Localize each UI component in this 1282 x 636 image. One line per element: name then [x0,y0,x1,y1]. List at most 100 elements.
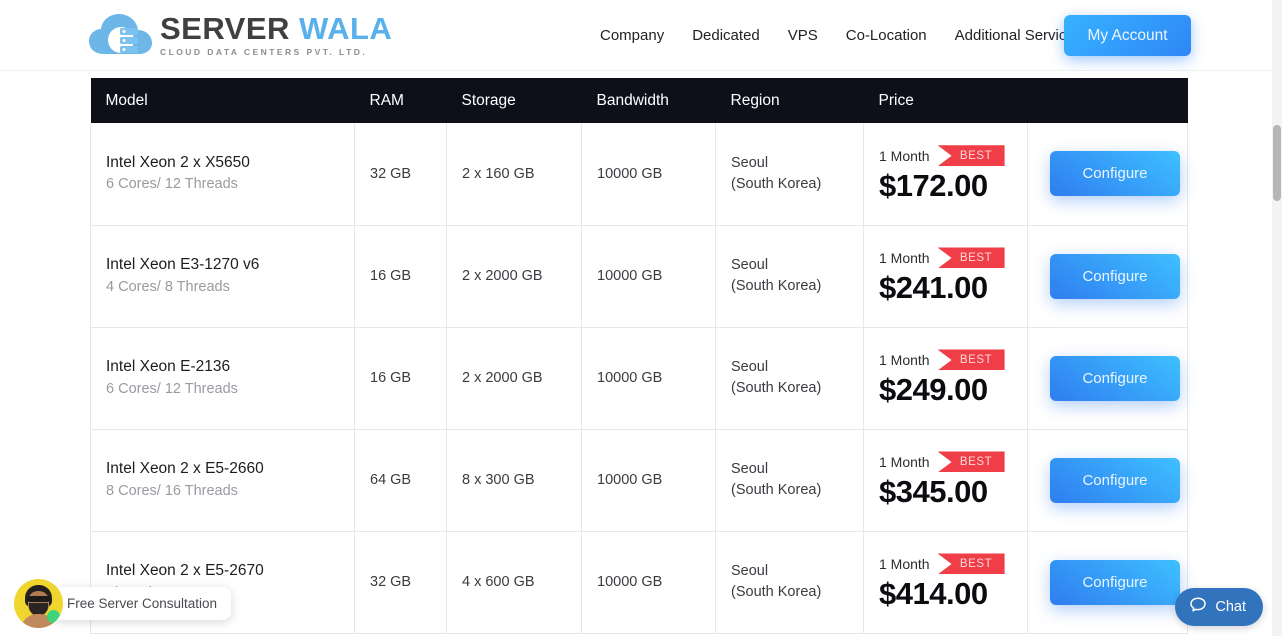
cell-action: Configure [1027,429,1188,532]
price-value: $345.00 [879,473,988,509]
cell-model: Intel Xeon 2 x E5-2660 8 Cores/ 16 Threa… [90,429,355,532]
region-city: Seoul [731,358,769,375]
cell-region: Seoul (South Korea) [715,429,864,532]
cell-ram: 16 GB [354,225,447,328]
cell-ram: 32 GB [354,531,447,634]
table-header-row: Model RAM Storage Bandwidth Region Price [90,78,1188,123]
cell-storage: 2 x 2000 GB [446,225,582,328]
main-navigation: Company Dedicated VPS Co-Location Additi… [586,0,1096,70]
region-country: (South Korea) [731,584,822,600]
cell-price: 1 Month BEST $414.00 [863,531,1028,634]
model-spec: 8 Cores/ 16 Threads [106,482,238,499]
nav-item-company[interactable]: Company [586,27,678,44]
cell-ram: 64 GB [354,429,447,532]
my-account-button[interactable]: My Account [1064,15,1191,56]
best-badge: BEST [937,247,1005,269]
pricing-table-container: Model RAM Storage Bandwidth Region Price… [90,78,1188,634]
region-country: (South Korea) [731,482,822,498]
configure-button[interactable]: Configure [1050,151,1180,197]
column-header-model[interactable]: Model [90,78,355,123]
cell-region: Seoul (South Korea) [715,327,864,430]
site-header: SERVER WALA CLOUD DATA CENTERS PVT. LTD.… [0,0,1272,70]
header-divider [0,70,1272,71]
region-city: Seoul [731,256,769,273]
avatar-sunglasses-icon [27,596,50,602]
model-spec: 6 Cores/ 12 Threads [106,176,238,193]
column-header-action [1027,78,1188,123]
cell-ram: 32 GB [354,123,447,226]
cell-bandwidth: 10000 GB [581,327,716,430]
cloud-server-logo-icon [88,10,154,60]
model-name: Intel Xeon 2 x E5-2660 [106,460,264,478]
best-badge: BEST [937,349,1005,371]
cell-action: Configure [1027,123,1188,226]
cell-bandwidth: 10000 GB [581,531,716,634]
cell-price: 1 Month BEST $249.00 [863,327,1028,430]
logo-title-wala: WALA [299,11,393,47]
table-body: Intel Xeon 2 x X5650 6 Cores/ 12 Threads… [90,123,1188,634]
chat-bubble-icon [1189,596,1207,618]
cell-action: Configure [1027,225,1188,328]
cell-action: Configure [1027,327,1188,430]
cell-region: Seoul (South Korea) [715,531,864,634]
cell-bandwidth: 10000 GB [581,429,716,532]
nav-item-vps[interactable]: VPS [774,27,832,44]
price-term: 1 Month [879,453,930,470]
cell-region: Seoul (South Korea) [715,123,864,226]
price-term: 1 Month [879,555,930,572]
free-consultation-widget[interactable]: Free Server Consultation [14,579,232,628]
model-name: Intel Xeon E-2136 [106,358,231,376]
cell-model: Intel Xeon E-2136 6 Cores/ 12 Threads [90,327,355,430]
region-country: (South Korea) [731,175,822,192]
cell-price: 1 Month BEST $172.00 [863,123,1028,226]
support-agent-avatar-icon[interactable] [14,579,63,628]
logo-title-server: SERVER [160,11,290,47]
cell-storage: 4 x 600 GB [446,531,582,634]
column-header-region[interactable]: Region [715,78,864,123]
price-term: 1 Month [879,249,930,266]
configure-button[interactable]: Configure [1050,253,1180,299]
table-row: Intel Xeon 2 x E5-2670 Threads 32 GB 4 x… [90,531,1188,634]
site-logo[interactable]: SERVER WALA CLOUD DATA CENTERS PVT. LTD. [88,10,392,60]
price-value: $249.00 [879,371,988,407]
cell-storage: 8 x 300 GB [446,429,582,532]
configure-button[interactable]: Configure [1050,457,1180,503]
chat-button[interactable]: Chat [1175,588,1263,626]
model-spec: 4 Cores/ 8 Threads [106,278,230,295]
column-header-price[interactable]: Price [863,78,1028,123]
region-city: Seoul [731,154,769,171]
nav-item-dedicated[interactable]: Dedicated [678,27,774,44]
cell-price: 1 Month BEST $345.00 [863,429,1028,532]
page-scrollbar-track[interactable] [1272,0,1282,636]
nav-item-co-location[interactable]: Co-Location [832,27,941,44]
model-name: Intel Xeon 2 x X5650 [106,154,250,171]
region-country: (South Korea) [731,380,822,396]
cell-price: 1 Month BEST $241.00 [863,225,1028,328]
column-header-ram[interactable]: RAM [354,78,447,123]
consultation-tooltip[interactable]: Free Server Consultation [53,587,232,620]
table-row: Intel Xeon E3-1270 v6 4 Cores/ 8 Threads… [90,225,1188,328]
best-badge: BEST [937,451,1005,473]
cell-storage: 2 x 2000 GB [446,327,582,430]
price-term: 1 Month [879,351,930,368]
cell-bandwidth: 10000 GB [581,225,716,328]
model-name: Intel Xeon E3-1270 v6 [106,256,260,274]
column-header-bandwidth[interactable]: Bandwidth [581,78,716,123]
configure-button[interactable]: Configure [1050,559,1180,605]
region-city: Seoul [731,562,769,579]
cell-region: Seoul (South Korea) [715,225,864,328]
chat-button-label: Chat [1215,599,1246,615]
model-spec: 6 Cores/ 12 Threads [106,380,238,397]
server-plans-table: Model RAM Storage Bandwidth Region Price… [90,78,1188,634]
cell-bandwidth: 10000 GB [581,123,716,226]
cell-storage: 2 x 160 GB [446,123,582,226]
page-scrollbar-thumb[interactable] [1273,125,1281,201]
price-term: 1 Month [879,147,930,164]
table-row: Intel Xeon E-2136 6 Cores/ 12 Threads 16… [90,327,1188,430]
region-city: Seoul [731,460,769,477]
region-country: (South Korea) [731,278,822,294]
table-row: Intel Xeon 2 x E5-2660 8 Cores/ 16 Threa… [90,429,1188,532]
price-value: $172.00 [879,167,988,203]
configure-button[interactable]: Configure [1050,355,1180,401]
column-header-storage[interactable]: Storage [446,78,582,123]
